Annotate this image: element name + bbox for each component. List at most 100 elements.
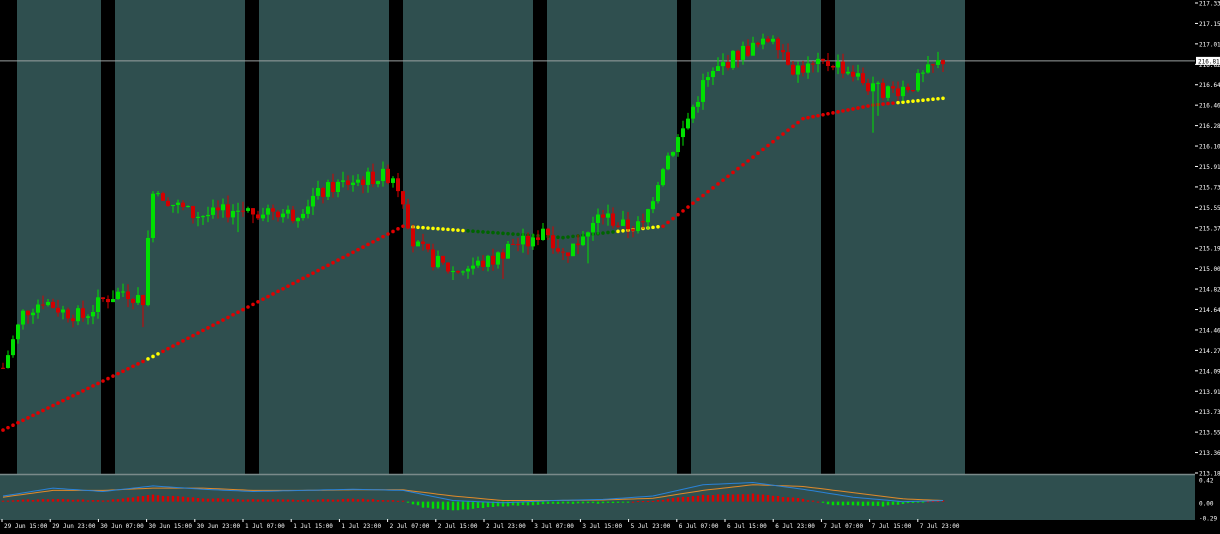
sar-dot bbox=[296, 279, 300, 283]
macd-histogram-bar bbox=[706, 495, 710, 502]
sar-dot bbox=[756, 151, 760, 156]
macd-histogram-bar bbox=[366, 499, 370, 502]
sar-dot bbox=[231, 313, 235, 317]
candle-body bbox=[226, 204, 230, 218]
sar-dot bbox=[56, 401, 60, 405]
candle-body bbox=[761, 38, 765, 45]
macd-histogram-bar bbox=[91, 500, 95, 502]
candle-body bbox=[16, 324, 20, 340]
sar-dot bbox=[241, 307, 245, 312]
macd-histogram-bar bbox=[761, 494, 765, 502]
macd-histogram-bar bbox=[606, 501, 610, 503]
candle-body bbox=[451, 271, 455, 273]
macd-histogram-bar bbox=[456, 501, 460, 511]
candle-body bbox=[131, 299, 135, 303]
candle-body bbox=[581, 236, 585, 246]
candle-body bbox=[111, 299, 115, 303]
macd-tick-label: 0.00 bbox=[1199, 501, 1214, 508]
time-tick-label: 7 Jul 15:00 bbox=[872, 523, 912, 530]
macd-histogram-bar bbox=[381, 500, 385, 502]
macd-histogram-bar bbox=[36, 499, 40, 502]
candle-body bbox=[401, 191, 405, 205]
macd-histogram-bar bbox=[316, 499, 320, 502]
candle-body bbox=[921, 72, 925, 74]
candle-body bbox=[781, 50, 785, 53]
sar-dot bbox=[216, 320, 220, 325]
chart-svg[interactable]: 217.33217.15217.01216.82216.64216.46216.… bbox=[0, 0, 1220, 530]
sar-dot bbox=[701, 193, 705, 198]
macd-histogram-bar bbox=[261, 499, 265, 502]
macd-histogram-bar bbox=[856, 501, 860, 506]
sar-dot bbox=[361, 245, 365, 249]
candle-body bbox=[931, 64, 935, 66]
candle-body bbox=[661, 169, 665, 186]
sar-dot bbox=[651, 225, 655, 230]
sar-dot bbox=[151, 354, 155, 359]
candle-body bbox=[786, 52, 790, 65]
macd-histogram-bar bbox=[41, 499, 45, 502]
sar-dot bbox=[371, 240, 375, 244]
macd-histogram-bar bbox=[411, 501, 415, 505]
macd-histogram-bar bbox=[721, 494, 725, 502]
time-tick-label: 7 Jul 23:00 bbox=[920, 523, 960, 530]
price-axis[interactable]: 217.33217.15217.01216.82216.64216.46216.… bbox=[1195, 0, 1220, 530]
sar-dot bbox=[836, 110, 840, 114]
candle-body bbox=[191, 206, 195, 219]
sar-dot bbox=[146, 357, 150, 361]
sar-dot bbox=[831, 111, 835, 115]
macd-histogram-bar bbox=[596, 501, 600, 504]
macd-histogram-bar bbox=[531, 501, 535, 506]
macd-histogram-bar bbox=[666, 498, 670, 502]
sar-dot bbox=[16, 420, 20, 425]
macd-histogram-bar bbox=[141, 496, 145, 502]
session-band bbox=[101, 0, 115, 474]
session-band bbox=[1022, 0, 1195, 474]
candle-body bbox=[476, 260, 480, 266]
macd-histogram-bar bbox=[736, 494, 740, 502]
price-tick-label: 213.55 bbox=[1199, 430, 1220, 437]
macd-histogram-bar bbox=[786, 497, 790, 502]
macd-histogram-bar bbox=[651, 500, 655, 502]
sar-dot bbox=[511, 232, 515, 236]
price-tick-label: 214.82 bbox=[1199, 287, 1220, 294]
sar-dot bbox=[281, 286, 285, 291]
session-band bbox=[115, 0, 245, 474]
macd-histogram-bar bbox=[561, 501, 565, 504]
sar-dot bbox=[86, 386, 90, 391]
candle-body bbox=[66, 309, 70, 319]
candle-body bbox=[376, 181, 380, 185]
candle-body bbox=[346, 180, 350, 185]
price-tick-label: 216.46 bbox=[1199, 103, 1220, 110]
time-tick-label: 1 Jul 23:00 bbox=[341, 523, 381, 530]
sar-dot bbox=[721, 178, 725, 182]
sar-dot bbox=[496, 231, 500, 235]
sar-dot bbox=[421, 225, 425, 230]
candle-body bbox=[516, 244, 520, 246]
sar-dot bbox=[61, 398, 65, 403]
candle-body bbox=[331, 182, 335, 193]
sar-dot bbox=[341, 255, 345, 260]
time-tick-label: 29 Jun 15:00 bbox=[4, 523, 48, 530]
sar-dot bbox=[891, 101, 895, 105]
sar-dot bbox=[801, 116, 805, 121]
trading-chart[interactable]: 217.33 217.15 217.01 216.82 216.64 216.46 216.… bbox=[0, 0, 1220, 530]
price-tick-label: 215.37 bbox=[1199, 225, 1220, 232]
candle-body bbox=[46, 301, 50, 306]
time-tick-label: 30 Jun 07:00 bbox=[100, 523, 144, 530]
sar-dot bbox=[711, 186, 715, 190]
session-band bbox=[259, 0, 389, 474]
price-tick-label: 213.73 bbox=[1199, 409, 1220, 416]
macd-histogram-bar bbox=[866, 501, 870, 506]
candle-body bbox=[281, 213, 285, 218]
time-axis[interactable]: 29 Jun 15:00 29 Jun 23:00 30 Jun 07:00 30 J… bbox=[0, 519, 1195, 530]
candle-body bbox=[941, 60, 945, 65]
candle-body bbox=[691, 106, 695, 119]
candle-body bbox=[741, 45, 745, 60]
candle-body bbox=[91, 311, 95, 317]
macd-histogram-bar bbox=[76, 499, 80, 502]
candle-body bbox=[911, 90, 915, 92]
sar-dot bbox=[171, 344, 175, 348]
sar-dot bbox=[841, 109, 845, 113]
macd-histogram-bar bbox=[586, 501, 590, 504]
candle-body bbox=[436, 255, 440, 268]
